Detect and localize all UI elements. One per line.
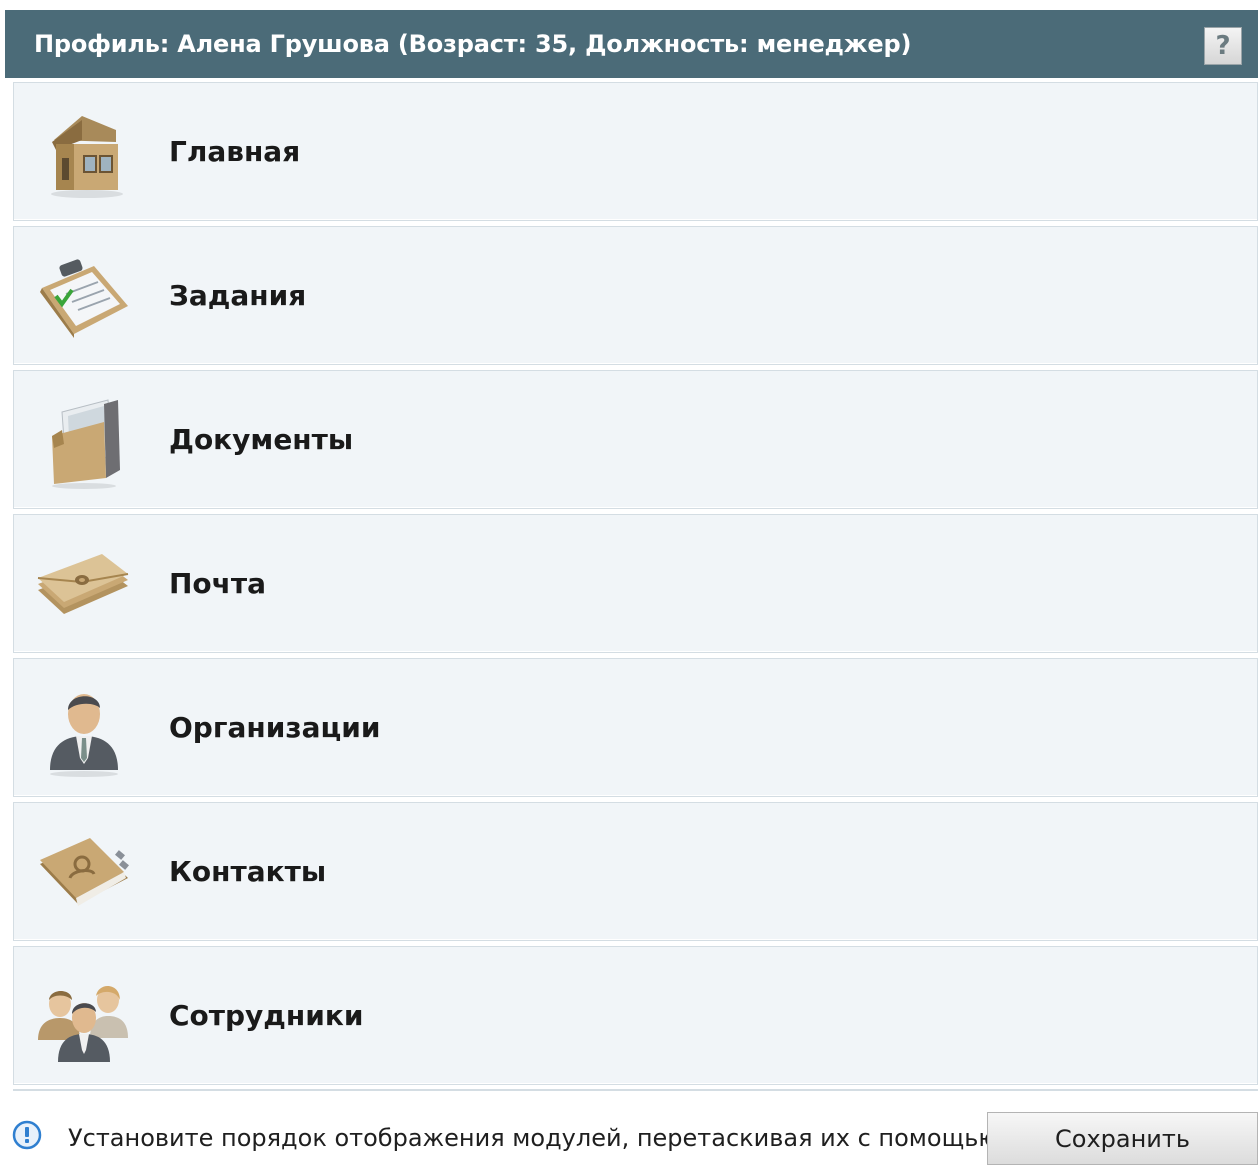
- module-item-documents[interactable]: Документы: [13, 370, 1258, 509]
- module-item-home[interactable]: Главная: [13, 82, 1258, 221]
- envelope-icon: [37, 553, 129, 614]
- drag-hint-text: Установите порядок отображения модулей, …: [68, 1124, 1081, 1152]
- folder-documents-icon: [52, 398, 120, 489]
- module-label: Почта: [169, 567, 267, 600]
- divider: [13, 1089, 1258, 1091]
- info-icon: [12, 1120, 42, 1150]
- people-group-icon: [38, 985, 128, 1062]
- businessman-icon: [50, 693, 118, 777]
- module-item-organizations[interactable]: Организации: [13, 658, 1258, 797]
- module-label: Организации: [169, 711, 381, 744]
- module-item-employees[interactable]: Сотрудники: [13, 946, 1258, 1085]
- page-title: Профиль: Алена Грушова (Возраст: 35, Дол…: [34, 30, 912, 58]
- footer-bar: Установите порядок отображения модулей, …: [0, 1108, 1258, 1165]
- save-button[interactable]: Сохранить: [987, 1112, 1258, 1165]
- module-list: Главная Задания Документы Почта Организа…: [13, 82, 1258, 1090]
- house-icon: [51, 115, 123, 198]
- module-label: Главная: [169, 135, 301, 168]
- module-label: Сотрудники: [169, 999, 364, 1032]
- module-item-mail[interactable]: Почта: [13, 514, 1258, 653]
- address-book-icon: [40, 837, 129, 906]
- module-item-tasks[interactable]: Задания: [13, 226, 1258, 365]
- module-label: Контакты: [169, 855, 327, 888]
- module-item-contacts[interactable]: Контакты: [13, 802, 1258, 941]
- profile-header: Профиль: Алена Грушова (Возраст: 35, Дол…: [5, 10, 1258, 78]
- module-label: Документы: [169, 423, 354, 456]
- help-button[interactable]: ?: [1204, 27, 1242, 65]
- module-label: Задания: [169, 279, 307, 312]
- clipboard-check-icon: [40, 258, 128, 338]
